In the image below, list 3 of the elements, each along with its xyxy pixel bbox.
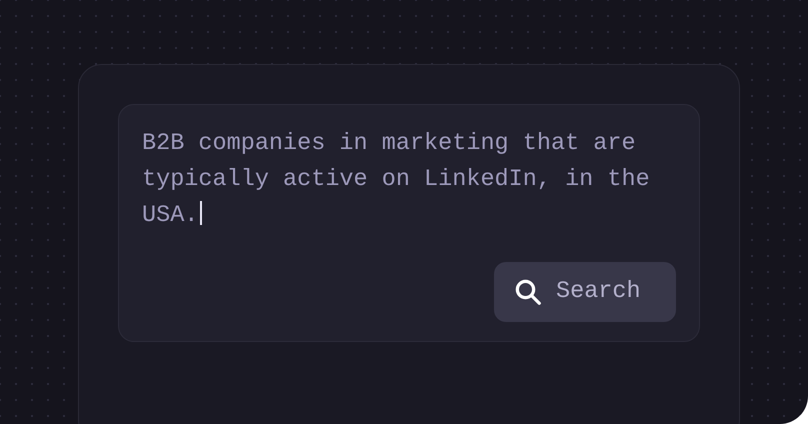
query-field[interactable]: B2B companies in marketing that are typically active on LinkedIn, in the USA. Search xyxy=(118,104,700,342)
search-button[interactable]: Search xyxy=(494,262,676,322)
search-icon xyxy=(513,277,543,307)
